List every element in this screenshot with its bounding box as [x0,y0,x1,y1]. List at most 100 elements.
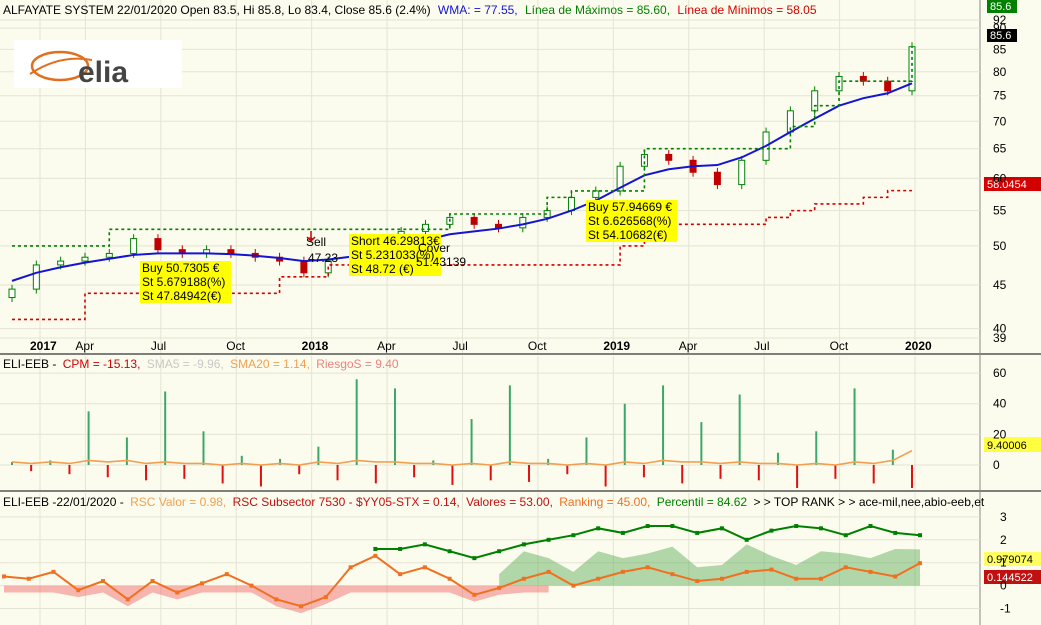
price-y-tick: 39 [993,331,1007,345]
rsc-valor-point [645,565,650,570]
up-candle [57,260,65,266]
elia-logo: elia [14,40,182,89]
x-tick-label: Oct [226,339,245,353]
rsc-header-prefix: ELI-EEB -22/01/2020 - [3,495,124,509]
rsc-valor-label: RSC Valor = 0.98, [130,495,226,509]
wma-label: WMA: = 77.55, [438,3,518,17]
riesgo-badge: 9.40006 [987,440,1027,452]
up-candle [81,256,89,262]
ranking-point [620,530,625,535]
buy2-line2: St 6.626568(%) [588,214,671,228]
rsc-valor-point [818,576,823,581]
down-candle [884,80,892,92]
ranking-point [868,524,873,529]
short-line3: St 48.72 (€) [351,262,414,276]
price-y-tick: 85 [993,42,1007,56]
top-rank-label: > > TOP RANK > > ace-mil,nee,abio-eeb,et [753,495,984,509]
up-candle [130,238,138,254]
ranking-point [596,526,601,531]
ranking-point [447,549,452,554]
buy1-line3: St 47.84942(€) [142,289,221,303]
rsc-valor-point [51,569,56,574]
rsc-valor-point [274,597,279,602]
ranking-point [670,524,675,529]
buy1-line2: St 5.679188(%) [142,275,225,289]
rsc-valor-point [794,576,799,581]
buy2-line3: St 54.10682(€) [588,228,667,242]
cover-label: Cover [418,241,450,255]
up-candle [811,90,819,112]
rsc-valor-point [670,572,675,577]
rsc-y-tick: 1 [1000,556,1007,570]
price-y-tick: 90 [993,21,1007,35]
rsc-valor-point [546,569,551,574]
down-candle [154,238,162,251]
ranking-point [521,542,526,547]
rsc-valor-point [2,574,6,579]
rsc-valor-point [497,585,502,590]
sma20-label: SMA20 = 1.14, [230,357,310,371]
rsc-valor-point [719,576,724,581]
ranking-point [497,549,502,554]
rsc-valor-point [744,569,749,574]
up-candle [32,264,40,290]
cpm-label: CPM = -15.13, [63,357,141,371]
rsc-valor-point [125,597,130,602]
rsc-valor-point [323,595,328,600]
buy2-line1: Buy 57.94669 € [588,200,672,214]
ranking-point [744,537,749,542]
rsc-valor-point [472,592,477,597]
rsc-valor-point [422,565,427,570]
ranking-point [769,528,774,533]
ranking-point [818,526,823,531]
valores-label: Valores = 53.00, [466,495,553,509]
rsc-valor-point [620,569,625,574]
rsc-valor-point [101,579,106,584]
rsc-valor-point [224,572,229,577]
up-candle [105,252,113,258]
rsc-valor-point [769,567,774,572]
rsc-valor-badge: 0.979074 [987,554,1033,566]
rsc-valor-point [150,579,155,584]
price-header-title: ALFAYATE SYSTEM 22/01/2020 Open 83.5, Hi… [3,3,431,17]
rsc-valor-point [843,565,848,570]
x-tick-label: 2020 [905,339,932,353]
x-tick-label: Apr [75,339,94,353]
up-candle [738,159,746,186]
rsc-valor-point [868,569,873,574]
rsc-y-tick: 2 [1000,533,1007,547]
cpm-y-tick: 0 [993,458,1000,472]
up-candle [422,223,430,232]
price-y-tick: 80 [993,65,1007,79]
x-tick-label: Apr [377,339,396,353]
rsc-valor-point [918,561,922,566]
ranking-point [843,533,848,538]
rsc-valor-point [521,576,526,581]
price-y-tick: 60 [993,171,1007,185]
rsc-valor-point [175,590,180,595]
cover-price: 51.43139 [416,255,466,269]
up-candle [567,196,575,212]
price-y-tick: 65 [993,142,1007,156]
svg-text:ELI-EEB - CPM = -15.13,: ELI-EEB - CPM = -15.13, SMA5 = -9.96, SM… [3,357,399,371]
price-y-tick: 55 [993,204,1007,218]
rsc-valor-point [695,579,700,584]
ranking-point [695,530,700,535]
rsc-valor-point [26,576,31,581]
x-tick-label: 2017 [30,339,57,353]
x-tick-label: 2018 [302,339,329,353]
ranking-point [373,546,378,551]
ranking-point [472,556,477,561]
rsc-valor-point [348,565,353,570]
y-axis-area [980,0,1041,625]
x-tick-label: 2019 [603,339,630,353]
up-candle [519,216,527,229]
ranking-point [398,546,403,551]
x-tick-label: Jul [453,339,468,353]
price-y-tick: 70 [993,114,1007,128]
rsc-y-tick: -1 [1000,602,1011,616]
ranking-point [794,524,799,529]
x-tick-label: Apr [679,339,698,353]
rsc-valor-point [76,588,81,593]
ranking-point [893,530,898,535]
